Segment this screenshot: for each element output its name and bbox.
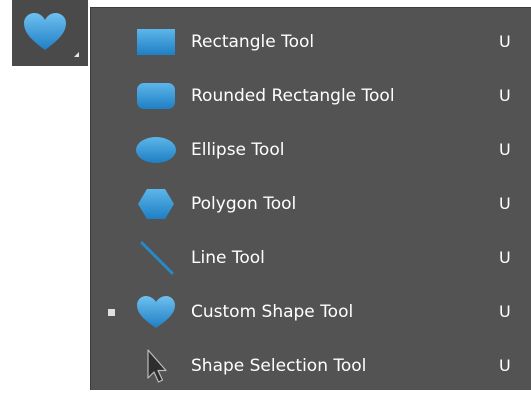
menu-item-label: Polygon Tool — [191, 194, 297, 214]
menu-item-label: Rectangle Tool — [191, 32, 315, 52]
menu-item-rectangle-tool[interactable]: Rectangle Tool U — [91, 16, 531, 70]
tool-slot — [0, 0, 88, 66]
arrow-cursor-icon — [147, 349, 167, 383]
shortcut-label: U — [499, 248, 511, 267]
heart-icon — [24, 13, 66, 50]
line-icon — [140, 241, 174, 275]
ellipse-icon — [136, 137, 176, 163]
shortcut-label: U — [499, 194, 511, 213]
shape-tools-flyout-menu: Rectangle Tool U Rounded Rectangle Tool … — [90, 7, 531, 390]
menu-item-line-tool[interactable]: Line Tool U — [91, 232, 531, 286]
custom-shape-tool-button[interactable] — [12, 0, 88, 66]
selected-indicator-icon — [108, 309, 115, 316]
menu-item-polygon-tool[interactable]: Polygon Tool U — [91, 178, 531, 232]
rectangle-icon — [137, 29, 175, 55]
menu-item-label: Line Tool — [191, 248, 265, 268]
flyout-indicator-icon — [74, 52, 79, 57]
shortcut-label: U — [499, 356, 511, 375]
menu-item-label: Rounded Rectangle Tool — [191, 86, 395, 106]
menu-item-label: Shape Selection Tool — [191, 356, 367, 376]
rounded-rectangle-icon — [137, 83, 175, 109]
menu-item-ellipse-tool[interactable]: Ellipse Tool U — [91, 124, 531, 178]
menu-item-custom-shape-tool[interactable]: Custom Shape Tool U — [91, 286, 531, 340]
menu-item-rounded-rectangle-tool[interactable]: Rounded Rectangle Tool U — [91, 70, 531, 124]
menu-item-label: Ellipse Tool — [191, 140, 285, 160]
shortcut-label: U — [499, 302, 511, 321]
menu-item-label: Custom Shape Tool — [191, 302, 354, 322]
heart-icon — [137, 296, 175, 328]
shortcut-label: U — [499, 140, 511, 159]
menu-item-shape-selection-tool[interactable]: Shape Selection Tool U — [91, 340, 531, 394]
polygon-icon — [138, 189, 174, 219]
shortcut-label: U — [499, 86, 511, 105]
shortcut-label: U — [499, 32, 511, 51]
